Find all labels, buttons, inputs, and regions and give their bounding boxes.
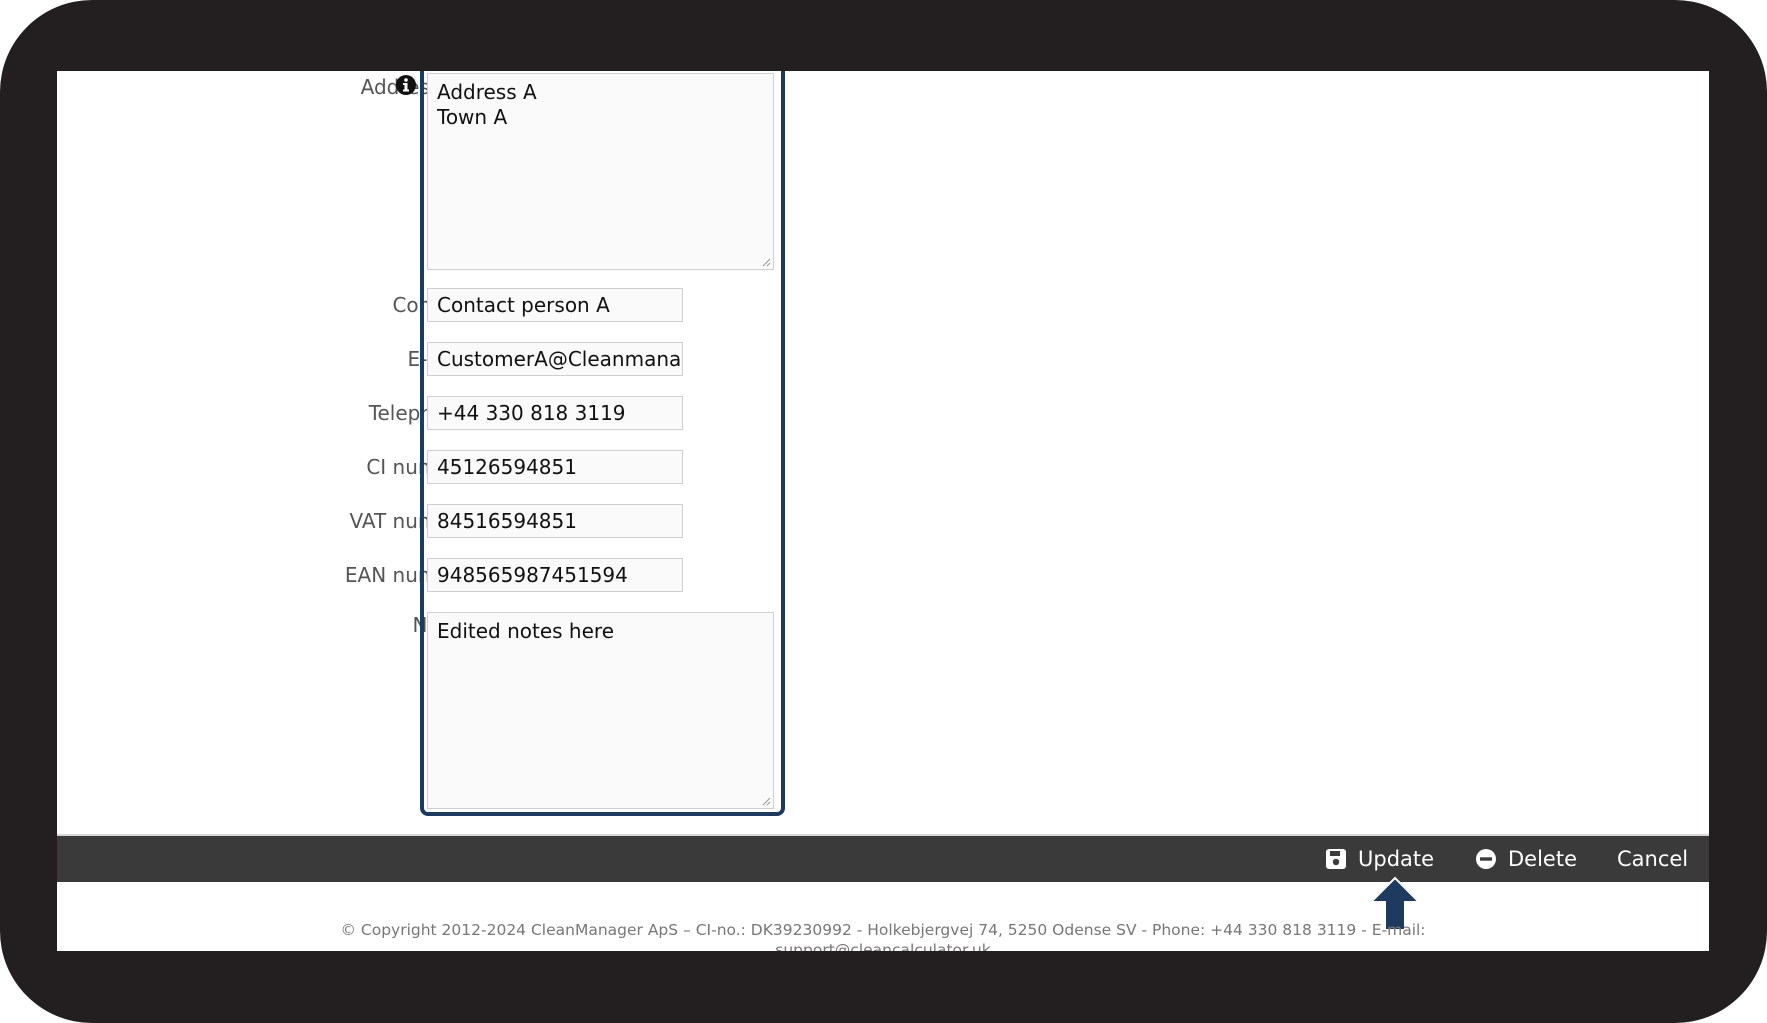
fields-highlight-box: [420, 71, 785, 816]
update-label: Update: [1358, 847, 1435, 871]
device-frame: Address: Address A Town A Contact: Conta…: [0, 0, 1767, 1023]
delete-label: Delete: [1508, 847, 1577, 871]
cancel-button[interactable]: Cancel: [1617, 836, 1688, 882]
delete-button[interactable]: Delete: [1475, 836, 1577, 882]
footer-email: support@cleancalculator.uk: [775, 941, 991, 951]
minus-circle-icon: [1476, 849, 1496, 869]
app-screen: Address: Address A Town A Contact: Conta…: [57, 71, 1709, 951]
action-toolbar: Update Delete Cancel: [57, 834, 1709, 882]
save-icon: [1326, 849, 1346, 869]
cancel-label: Cancel: [1617, 847, 1689, 871]
footer-copyright: © Copyright 2012-2024 CleanManager ApS –…: [340, 921, 1426, 939]
info-icon[interactable]: [395, 74, 417, 96]
